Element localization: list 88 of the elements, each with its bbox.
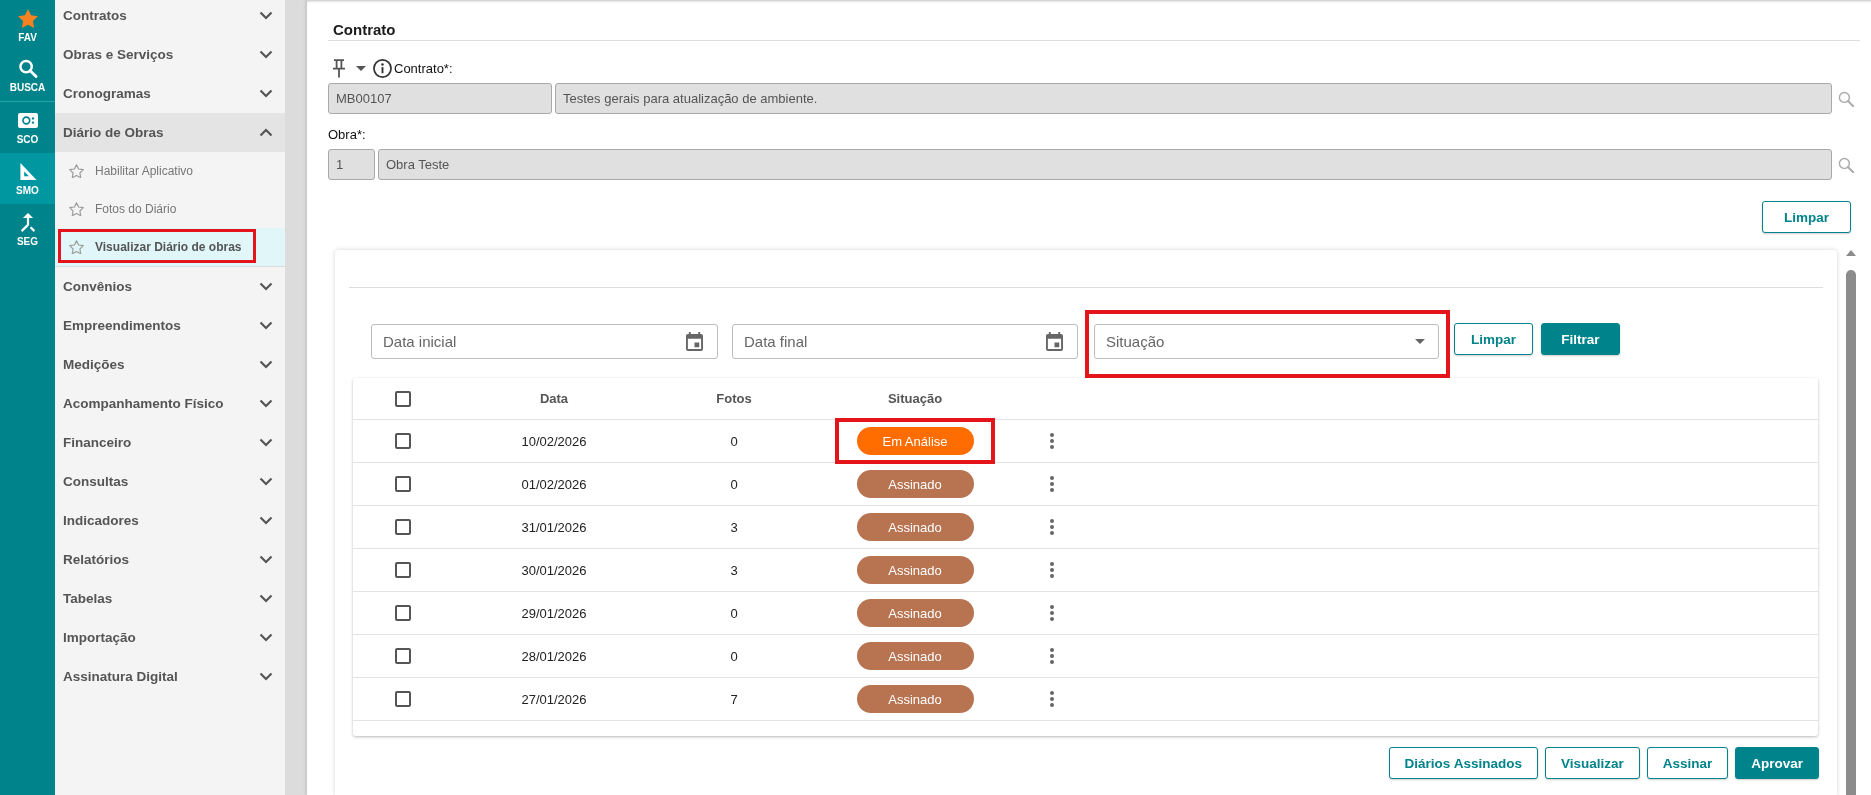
section-title: Contrato xyxy=(333,21,396,38)
photo-count-cell: 0 xyxy=(730,605,738,621)
row-checkbox[interactable] xyxy=(395,605,411,621)
sidebar-item[interactable]: Medições xyxy=(55,345,285,384)
date-cell: 31/01/2026 xyxy=(521,519,587,535)
sidebar-item[interactable]: Cronogramas xyxy=(55,74,285,113)
nav-rail-item[interactable]: SEG xyxy=(0,204,55,255)
more-options-icon[interactable] xyxy=(1050,691,1054,707)
sidebar-item[interactable]: Empreendimentos xyxy=(55,306,285,345)
star-outline-icon[interactable] xyxy=(69,239,84,255)
more-options-icon[interactable] xyxy=(1050,562,1054,578)
scroll-up-arrow-icon[interactable] xyxy=(1846,250,1856,256)
star-outline-icon[interactable] xyxy=(69,201,84,217)
date-cell: 27/01/2026 xyxy=(521,691,587,707)
row-checkbox[interactable] xyxy=(395,648,411,664)
sidebar-item[interactable]: Assinatura Digital xyxy=(55,657,285,696)
sidebar-item[interactable]: Consultas xyxy=(55,462,285,501)
sidebar-item[interactable]: Obras e Serviços xyxy=(55,35,285,74)
status-badge: Assinado xyxy=(856,599,974,627)
status-dropdown[interactable]: Situação xyxy=(1094,324,1439,359)
approve-button[interactable]: Aprovar xyxy=(1735,747,1819,779)
clear-button[interactable]: Limpar xyxy=(1762,201,1851,233)
more-options-icon[interactable] xyxy=(1050,519,1054,535)
action-button[interactable]: Assinar xyxy=(1646,747,1729,779)
more-options-icon[interactable] xyxy=(1050,648,1054,664)
date-cell: 30/01/2026 xyxy=(521,562,587,578)
sidebar-subitem[interactable]: Habilitar Aplicativo xyxy=(55,152,285,190)
photo-count-cell: 0 xyxy=(730,476,738,492)
calendar-icon[interactable] xyxy=(686,332,703,351)
info-icon xyxy=(373,58,392,78)
more-options-icon[interactable] xyxy=(1050,433,1054,449)
photo-count-cell: 7 xyxy=(730,691,738,707)
date-cell: 29/01/2026 xyxy=(521,605,587,621)
more-options-icon[interactable] xyxy=(1050,476,1054,492)
calendar-icon[interactable] xyxy=(1046,332,1063,351)
status-badge: Assinado xyxy=(856,513,974,541)
pin-icon[interactable] xyxy=(332,58,346,78)
contract-label: Contrato*: xyxy=(394,60,453,76)
sidebar-item[interactable]: Importação xyxy=(55,618,285,657)
column-header: Data xyxy=(539,391,569,406)
row-checkbox[interactable] xyxy=(395,433,411,449)
scrollbar-thumb[interactable] xyxy=(1846,270,1856,795)
select-all-checkbox[interactable] xyxy=(395,390,411,407)
sidebar-item[interactable]: Relatórios xyxy=(55,540,285,579)
status-badge: Assinado xyxy=(856,470,974,498)
sidebar-subitem[interactable]: Fotos do Diário xyxy=(55,190,285,228)
more-options-icon[interactable] xyxy=(1050,605,1054,621)
banknote-icon xyxy=(17,110,38,130)
sidebar-item[interactable]: Tabelas xyxy=(55,579,285,618)
photo-count-cell: 0 xyxy=(730,648,738,664)
photo-count-cell: 3 xyxy=(730,519,738,535)
sidebar-item[interactable]: Contratos xyxy=(55,0,285,35)
column-header: Situação xyxy=(887,391,943,406)
column-header: Fotos xyxy=(716,391,752,406)
row-checkbox[interactable] xyxy=(395,691,411,707)
end-date-field[interactable]: Data final xyxy=(732,324,1078,359)
nav-rail-item[interactable]: SCO xyxy=(0,102,55,153)
star-outline-icon[interactable] xyxy=(69,163,84,179)
start-date-field[interactable]: Data inicial xyxy=(371,324,718,359)
sidebar-subitem[interactable]: Visualizar Diário de obras xyxy=(55,228,285,266)
work-label: Obra*: xyxy=(328,126,366,142)
caret-down-icon[interactable] xyxy=(1415,339,1425,344)
nav-rail-item[interactable]: FAV xyxy=(0,0,55,51)
row-checkbox[interactable] xyxy=(395,562,411,578)
sidebar-item[interactable]: Acompanhamento Físico xyxy=(55,384,285,423)
sidebar-item[interactable]: Diário de Obras xyxy=(55,113,285,152)
date-cell: 28/01/2026 xyxy=(521,648,587,664)
nav-rail-item[interactable]: SMO xyxy=(0,153,55,204)
clear-button[interactable]: Limpar xyxy=(1454,323,1533,355)
search-icon xyxy=(17,59,38,78)
action-button[interactable]: Diários Assinados xyxy=(1388,747,1538,779)
status-badge: Em Análise xyxy=(856,427,974,455)
sidebar-item[interactable]: Indicadores xyxy=(55,501,285,540)
caret-down-icon[interactable] xyxy=(356,65,366,71)
sidebar-item[interactable]: Convênios xyxy=(55,267,285,306)
date-cell: 01/02/2026 xyxy=(521,476,587,492)
row-checkbox[interactable] xyxy=(395,519,411,535)
sidebar-item[interactable]: Financeiro xyxy=(55,423,285,462)
row-checkbox[interactable] xyxy=(395,476,411,492)
status-badge: Assinado xyxy=(856,556,974,584)
filter-button[interactable]: Filtrar xyxy=(1541,323,1620,355)
status-badge: Assinado xyxy=(856,685,974,713)
photo-count-cell: 3 xyxy=(730,562,738,578)
action-button[interactable]: Visualizar xyxy=(1544,747,1640,779)
status-badge: Assinado xyxy=(856,642,974,670)
photo-count-cell: 0 xyxy=(730,433,738,449)
date-cell: 10/02/2026 xyxy=(521,433,587,449)
star-icon xyxy=(17,8,38,28)
